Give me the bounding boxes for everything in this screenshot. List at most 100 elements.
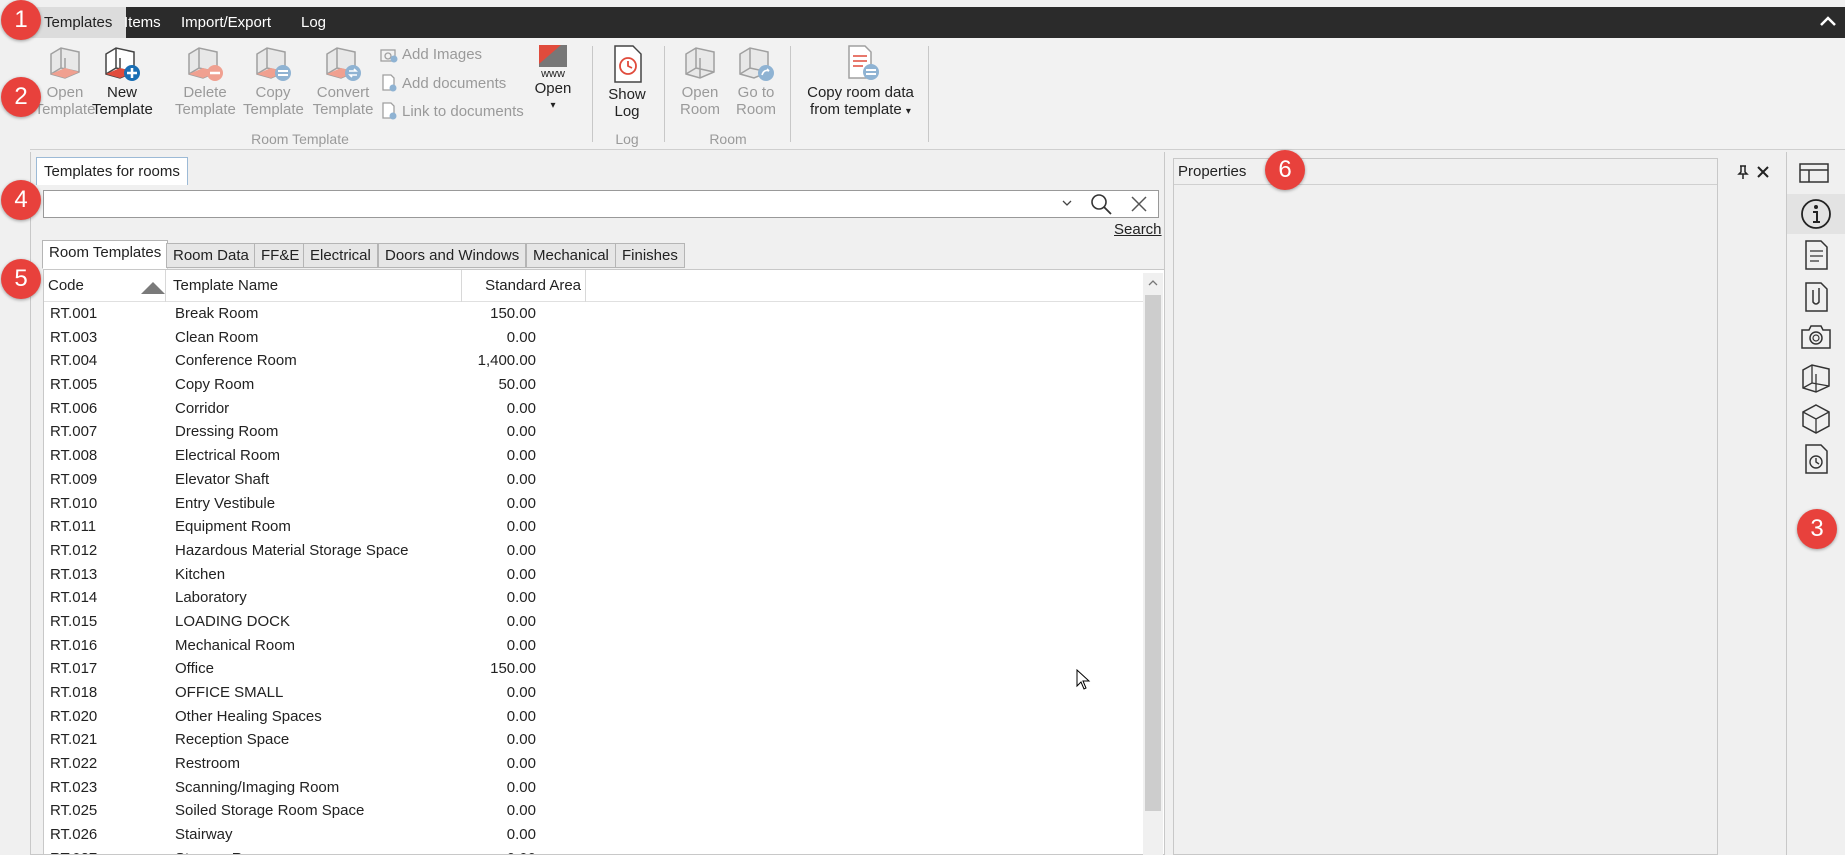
- table-row[interactable]: RT.011 Equipment Room 0.00: [44, 515, 1144, 539]
- cell-template-name: Clean Room: [175, 328, 259, 346]
- table-row[interactable]: RT.015 LOADING DOCK 0.00: [44, 610, 1144, 634]
- pin-icon[interactable]: [1737, 165, 1749, 179]
- clear-search-icon[interactable]: [1130, 195, 1148, 213]
- open-web-button[interactable]: www Open ▾: [530, 44, 576, 114]
- table-row[interactable]: RT.014 Laboratory 0.00: [44, 586, 1144, 610]
- subtab-mechanical[interactable]: Mechanical: [526, 243, 616, 268]
- callout-badge-4: 4: [1, 180, 41, 220]
- table-row[interactable]: RT.016 Mechanical Room 0.00: [44, 634, 1144, 658]
- table-row[interactable]: RT.005 Copy Room 50.00: [44, 373, 1144, 397]
- ribbon-separator: [592, 46, 593, 142]
- open-room-button[interactable]: Open Room: [672, 44, 728, 118]
- add-images-button[interactable]: Add Images: [380, 46, 482, 63]
- search-icon[interactable]: [1090, 193, 1112, 215]
- subtab-doors-windows[interactable]: Doors and Windows: [378, 243, 527, 268]
- attachment-icon[interactable]: [1799, 280, 1833, 314]
- column-header-code[interactable]: Code: [44, 270, 166, 302]
- table-row[interactable]: RT.021 Reception Space 0.00: [44, 728, 1144, 752]
- table-row[interactable]: RT.023 Scanning/Imaging Room 0.00: [44, 776, 1144, 800]
- subtab-room-templates[interactable]: Room Templates: [42, 240, 169, 269]
- subtab-ffe[interactable]: FF&E: [254, 243, 307, 268]
- table-row[interactable]: RT.012 Hazardous Material Storage Space 0.…: [44, 539, 1144, 563]
- document-icon[interactable]: [1799, 238, 1833, 272]
- log-file-icon[interactable]: [1799, 442, 1833, 476]
- vertical-scrollbar[interactable]: [1143, 273, 1163, 855]
- cell-standard-area: 0.00: [506, 755, 536, 773]
- copy-template-button[interactable]: Copy Template: [243, 44, 304, 118]
- scroll-up-icon[interactable]: [1147, 277, 1159, 289]
- templates-for-rooms-tab[interactable]: Templates for rooms: [36, 157, 188, 185]
- room-icon[interactable]: [1799, 362, 1833, 396]
- go-to-room-icon: [739, 47, 774, 81]
- table-row[interactable]: RT.003 Clean Room 0.00: [44, 326, 1144, 350]
- table-row[interactable]: RT.027 Storage Room 0.00: [44, 847, 1144, 854]
- open-template-button[interactable]: Open Template: [34, 44, 96, 118]
- open-room-label-2: Room: [679, 101, 720, 118]
- link-documents-icon: [382, 102, 397, 120]
- subtab-electrical[interactable]: Electrical: [303, 243, 378, 268]
- new-template-button[interactable]: New Template: [92, 44, 153, 118]
- grid-header: Code Template Name Standard Area: [44, 270, 1144, 302]
- go-to-room-button[interactable]: Go to Room: [728, 44, 784, 118]
- open-room-icon: [685, 47, 715, 79]
- table-row[interactable]: RT.018 OFFICE SMALL 0.00: [44, 681, 1144, 705]
- table-row[interactable]: RT.006 Corridor 0.00: [44, 397, 1144, 421]
- table-row[interactable]: RT.013 Kitchen 0.00: [44, 563, 1144, 587]
- show-log-button[interactable]: Show Log: [602, 44, 652, 120]
- cell-standard-area: 0.00: [344, 847, 536, 854]
- copy-room-data-button[interactable]: Copy room data from template ▾: [798, 44, 923, 120]
- column-header-template-name[interactable]: Template Name: [168, 270, 462, 302]
- add-documents-icon: [382, 74, 397, 92]
- column-header-standard-area[interactable]: Standard Area: [462, 270, 586, 302]
- cell-code: RT.021: [50, 731, 98, 749]
- cell-template-name: Electrical Room: [175, 447, 281, 465]
- cell-template-name: Dressing Room: [175, 423, 279, 441]
- room-templates-grid: Code Template Name Standard Area RT.001 B…: [43, 269, 1165, 855]
- search-link[interactable]: Search: [1114, 221, 1162, 238]
- cell-standard-area: 150.00: [490, 305, 536, 322]
- search-input[interactable]: [44, 191, 1044, 217]
- table-row[interactable]: RT.008 Electrical Room 0.00: [44, 444, 1144, 468]
- cell-code: RT.014: [50, 589, 98, 607]
- table-row[interactable]: RT.020 Other Healing Spaces 0.00: [44, 705, 1144, 729]
- table-row[interactable]: RT.001 Break Room 150.00: [44, 302, 1144, 326]
- table-layout-icon[interactable]: [1797, 156, 1831, 190]
- copy-template-label-1: Copy: [255, 84, 291, 101]
- cube-icon[interactable]: [1799, 402, 1833, 436]
- show-log-label-1: Show: [608, 86, 646, 103]
- cell-template-name: Elevator Shaft: [175, 470, 270, 488]
- search-dropdown-icon[interactable]: [1060, 196, 1074, 210]
- table-row[interactable]: RT.025 Soiled Storage Room Space 0.00: [44, 799, 1144, 823]
- delete-template-button[interactable]: Delete Template: [175, 44, 236, 118]
- link-documents-button[interactable]: Link to documents: [380, 102, 524, 120]
- table-row[interactable]: RT.022 Restroom 0.00: [44, 752, 1144, 776]
- new-template-label-1: New: [106, 84, 137, 101]
- table-row[interactable]: RT.009 Elevator Shaft 0.00: [44, 468, 1144, 492]
- convert-template-button[interactable]: Convert Template: [310, 44, 376, 118]
- copy-room-data-dropdown-icon: ▾: [905, 106, 911, 117]
- camera-icon[interactable]: [1799, 320, 1833, 354]
- collapse-ribbon-icon[interactable]: [1819, 14, 1837, 28]
- cell-code: RT.018: [50, 684, 98, 701]
- subtab-finishes[interactable]: Finishes: [615, 243, 685, 268]
- add-documents-button[interactable]: Add documents: [380, 74, 506, 92]
- menu-tab-items[interactable]: Items: [110, 7, 175, 38]
- copy-room-data-label-2: from template ▾: [798, 101, 923, 120]
- callout-badge-3: 3: [1797, 509, 1837, 549]
- table-row[interactable]: RT.010 Entry Vestibule 0.00: [44, 492, 1144, 516]
- room-template-icon: [50, 47, 80, 79]
- subtab-room-data[interactable]: Room Data: [166, 243, 256, 268]
- menu-tab-log[interactable]: Log: [287, 7, 340, 38]
- close-icon[interactable]: [1757, 166, 1769, 178]
- show-log-icon: [614, 45, 642, 83]
- cell-code: RT.027: [50, 847, 97, 854]
- info-tab[interactable]: [1787, 194, 1845, 234]
- table-row[interactable]: RT.007 Dressing Room 0.00: [44, 420, 1144, 444]
- properties-header: Properties: [1174, 159, 1769, 185]
- menu-tab-import-export[interactable]: Import/Export: [167, 7, 285, 38]
- table-row[interactable]: RT.017 Office 150.00: [44, 657, 1144, 681]
- table-row[interactable]: RT.026 Stairway 0.00: [44, 823, 1144, 847]
- table-row[interactable]: RT.004 Conference Room 1,400.00: [44, 349, 1144, 373]
- cell-template-name: Office: [175, 660, 214, 678]
- scrollbar-thumb[interactable]: [1145, 295, 1161, 811]
